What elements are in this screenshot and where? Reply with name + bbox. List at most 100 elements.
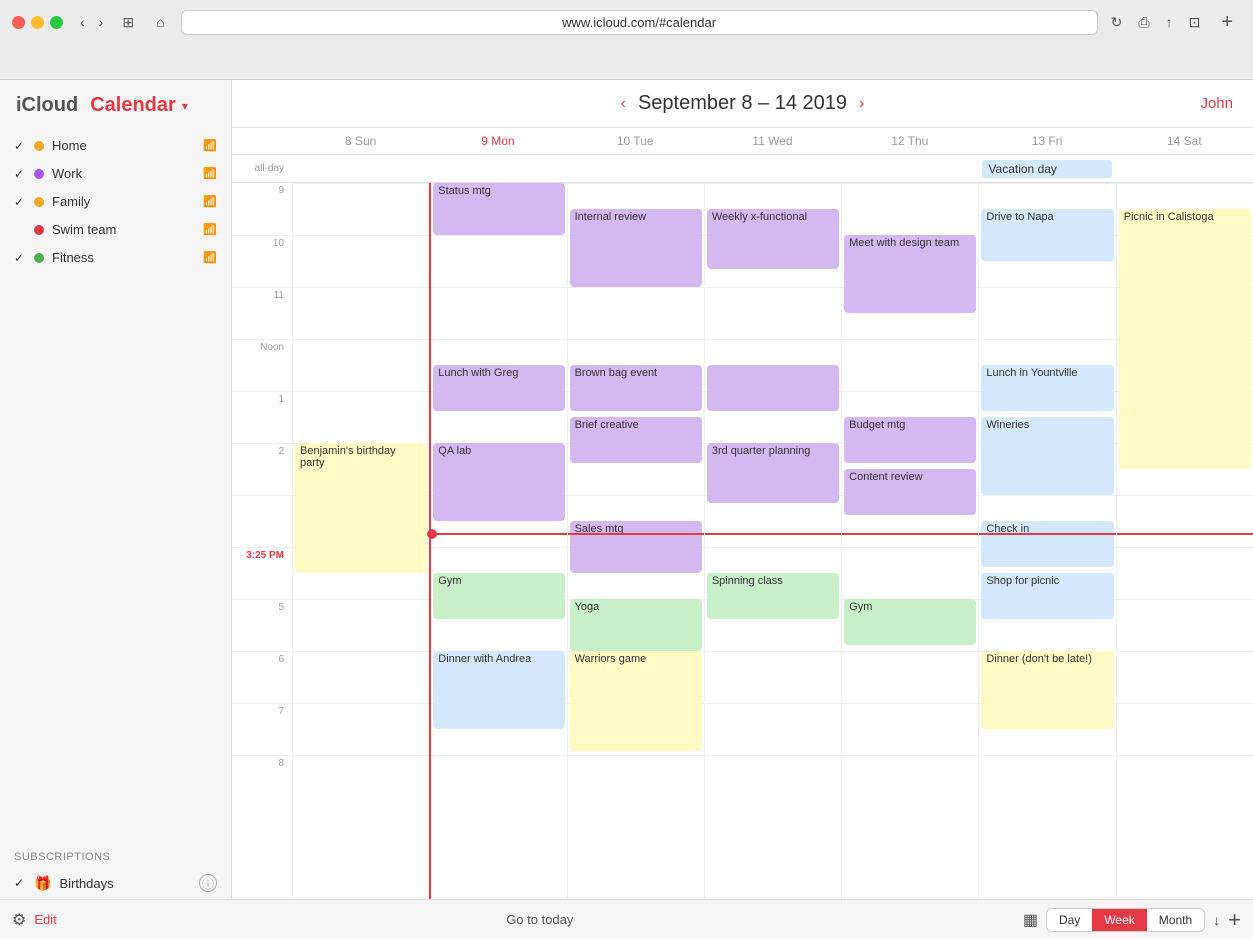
event-budget-mtg[interactable]: Budget mtg: [844, 417, 976, 463]
user-name[interactable]: John: [1200, 95, 1233, 112]
sidebar-item-family[interactable]: ✓ Family 📶: [4, 188, 227, 215]
vacation-day-event[interactable]: Vacation day: [982, 160, 1111, 178]
sidebar-item-birthdays[interactable]: ✓ 🎁 Birthdays ⓘ: [4, 868, 227, 898]
event-lunch-yountville[interactable]: Lunch in Yountville: [981, 365, 1113, 411]
month-view-button[interactable]: Month: [1147, 909, 1204, 931]
all-day-row: all-day Vacation day: [232, 155, 1253, 183]
swimteam-check: ✓: [14, 223, 30, 237]
current-time-line: [431, 533, 566, 535]
time-noon: Noon: [232, 339, 292, 391]
current-time-dot: [427, 529, 437, 539]
back-button[interactable]: ‹: [75, 12, 90, 32]
event-status-mtg[interactable]: Status mtg: [433, 183, 564, 235]
event-meet-design-team[interactable]: Meet with design team: [844, 235, 976, 313]
event-wineries[interactable]: Wineries: [981, 417, 1113, 495]
work-name: Work: [52, 166, 199, 181]
add-event-button[interactable]: +: [1228, 907, 1241, 933]
subscriptions-header: Subscriptions: [0, 843, 231, 867]
home-button[interactable]: ⌂: [148, 12, 172, 32]
share-button[interactable]: ↑: [1161, 12, 1178, 33]
add-tab-button[interactable]: +: [1213, 11, 1241, 34]
reading-list-button[interactable]: ⊡: [1184, 12, 1206, 33]
minimize-button[interactable]: [31, 16, 44, 29]
home-name: Home: [52, 138, 199, 153]
sidebar-item-swimteam[interactable]: ✓ Swim team 📶: [4, 216, 227, 243]
fri-label: 13 Fri: [1032, 134, 1063, 148]
current-time-line-fri: [979, 533, 1115, 535]
event-lunch-greg[interactable]: Lunch with Greg: [433, 365, 564, 411]
time-3: 3:25 PM: [232, 495, 292, 547]
event-brown-bag[interactable]: Brown bag event: [570, 365, 702, 411]
week-view-button[interactable]: Week: [1092, 909, 1146, 931]
day-header-sat: 14 Sat: [1116, 128, 1253, 154]
all-day-tue: [567, 167, 704, 171]
family-dot: [34, 197, 44, 207]
event-dinner-late[interactable]: Dinner (don't be late!): [981, 651, 1113, 729]
event-benjamin-birthday[interactable]: Benjamin's birthday party: [295, 443, 427, 573]
time-col-spacer: [232, 128, 292, 154]
event-spinning-class[interactable]: Spinning class: [707, 573, 839, 619]
event-drive-napa[interactable]: Drive to Napa: [981, 209, 1113, 261]
event-weekly-xfunc[interactable]: Weekly x-functional: [707, 209, 839, 269]
event-warriors-game[interactable]: Warriors game: [570, 651, 702, 751]
calendar-main: ‹ September 8 – 14 2019 › John 8 Sun 9 M…: [232, 80, 1253, 899]
all-day-mon: [429, 167, 566, 171]
day-col-fri-inner: Drive to Napa Lunch in Yountville Wineri…: [979, 183, 1115, 899]
event-qa-lab[interactable]: QA lab: [433, 443, 564, 521]
event-sales-mtg[interactable]: Sales mtg: [570, 521, 702, 573]
sidebar-item-fitness[interactable]: ✓ Fitness 📶: [4, 244, 227, 271]
event-yoga[interactable]: Yoga: [570, 599, 702, 651]
family-check: ✓: [14, 195, 30, 209]
next-week-button[interactable]: ›: [847, 95, 876, 113]
time-labels-col: 9 10 11 Noon 1 2 3:25 PM 4 5 6 7 8: [232, 183, 292, 899]
day-header-thu: 12 Thu: [841, 128, 978, 154]
event-dinner-andrea[interactable]: Dinner with Andrea: [433, 651, 564, 729]
day-col-tue: Internal review Brown bag event Brief cr…: [567, 183, 704, 899]
day-header-tue: 10 Tue: [567, 128, 704, 154]
settings-icon[interactable]: ⚙: [12, 910, 26, 930]
home-share-icon: 📶: [203, 139, 217, 152]
event-check-in[interactable]: Check in: [981, 521, 1113, 567]
event-3rd-quarter[interactable]: 3rd quarter planning: [707, 443, 839, 503]
sidebar-item-home[interactable]: ✓ Home 📶: [4, 132, 227, 159]
forward-button[interactable]: ›: [94, 12, 109, 32]
close-button[interactable]: [12, 16, 25, 29]
calendar-dropdown-arrow[interactable]: ▾: [182, 99, 188, 113]
refresh-button[interactable]: ↻: [1106, 12, 1128, 33]
day-col-mon: Status mtg Lunch with Greg QA lab Gym Di…: [429, 183, 566, 899]
url-bar[interactable]: [181, 10, 1098, 35]
sun-label: 8 Sun: [345, 134, 376, 148]
tue-label: 10 Tue: [617, 134, 654, 148]
wed-label: 11 Wed: [752, 134, 792, 148]
day-col-thu-inner: Meet with design team Budget mtg Content…: [842, 183, 978, 899]
maximize-button[interactable]: [50, 16, 63, 29]
event-content-review[interactable]: Content review: [844, 469, 976, 515]
download-icon[interactable]: ↓: [1213, 912, 1220, 928]
day-headers: 8 Sun 9 Mon 10 Tue 11 Wed 12 Thu 13 Fri: [232, 128, 1253, 155]
print-button[interactable]: ⎙: [1133, 12, 1154, 33]
event-brief-creative[interactable]: Brief creative: [570, 417, 702, 463]
current-time-line-sat: [1117, 533, 1253, 535]
previous-week-button[interactable]: ‹: [609, 95, 638, 113]
all-day-fri: Vacation day: [978, 158, 1115, 180]
event-brown-bag-wed[interactable]: [707, 365, 839, 411]
birthdays-info-icon[interactable]: ⓘ: [199, 874, 217, 892]
day-col-sun: Benjamin's birthday party: [292, 183, 429, 899]
calendar-label: Calendar: [90, 94, 176, 117]
home-dot: [34, 141, 44, 151]
work-dot: [34, 169, 44, 179]
home-check: ✓: [14, 139, 30, 153]
event-picnic-calistoga[interactable]: Picnic in Calistoga: [1119, 209, 1251, 469]
event-gym-mon[interactable]: Gym: [433, 573, 564, 619]
sidebar-item-work[interactable]: ✓ Work 📶: [4, 160, 227, 187]
event-shop-picnic[interactable]: Shop for picnic: [981, 573, 1113, 619]
sidebar-toggle-button[interactable]: ⊞: [116, 12, 140, 33]
event-gym-thu[interactable]: Gym: [844, 599, 976, 645]
edit-button[interactable]: Edit: [34, 912, 56, 927]
day-view-button[interactable]: Day: [1047, 909, 1092, 931]
birthdays-name: Birthdays: [59, 876, 199, 891]
event-internal-review[interactable]: Internal review: [570, 209, 702, 287]
view-toggle: Day Week Month: [1046, 908, 1205, 932]
calendar-grid-icon[interactable]: ▦: [1023, 910, 1038, 930]
go-to-today-button[interactable]: Go to today: [57, 912, 1023, 927]
